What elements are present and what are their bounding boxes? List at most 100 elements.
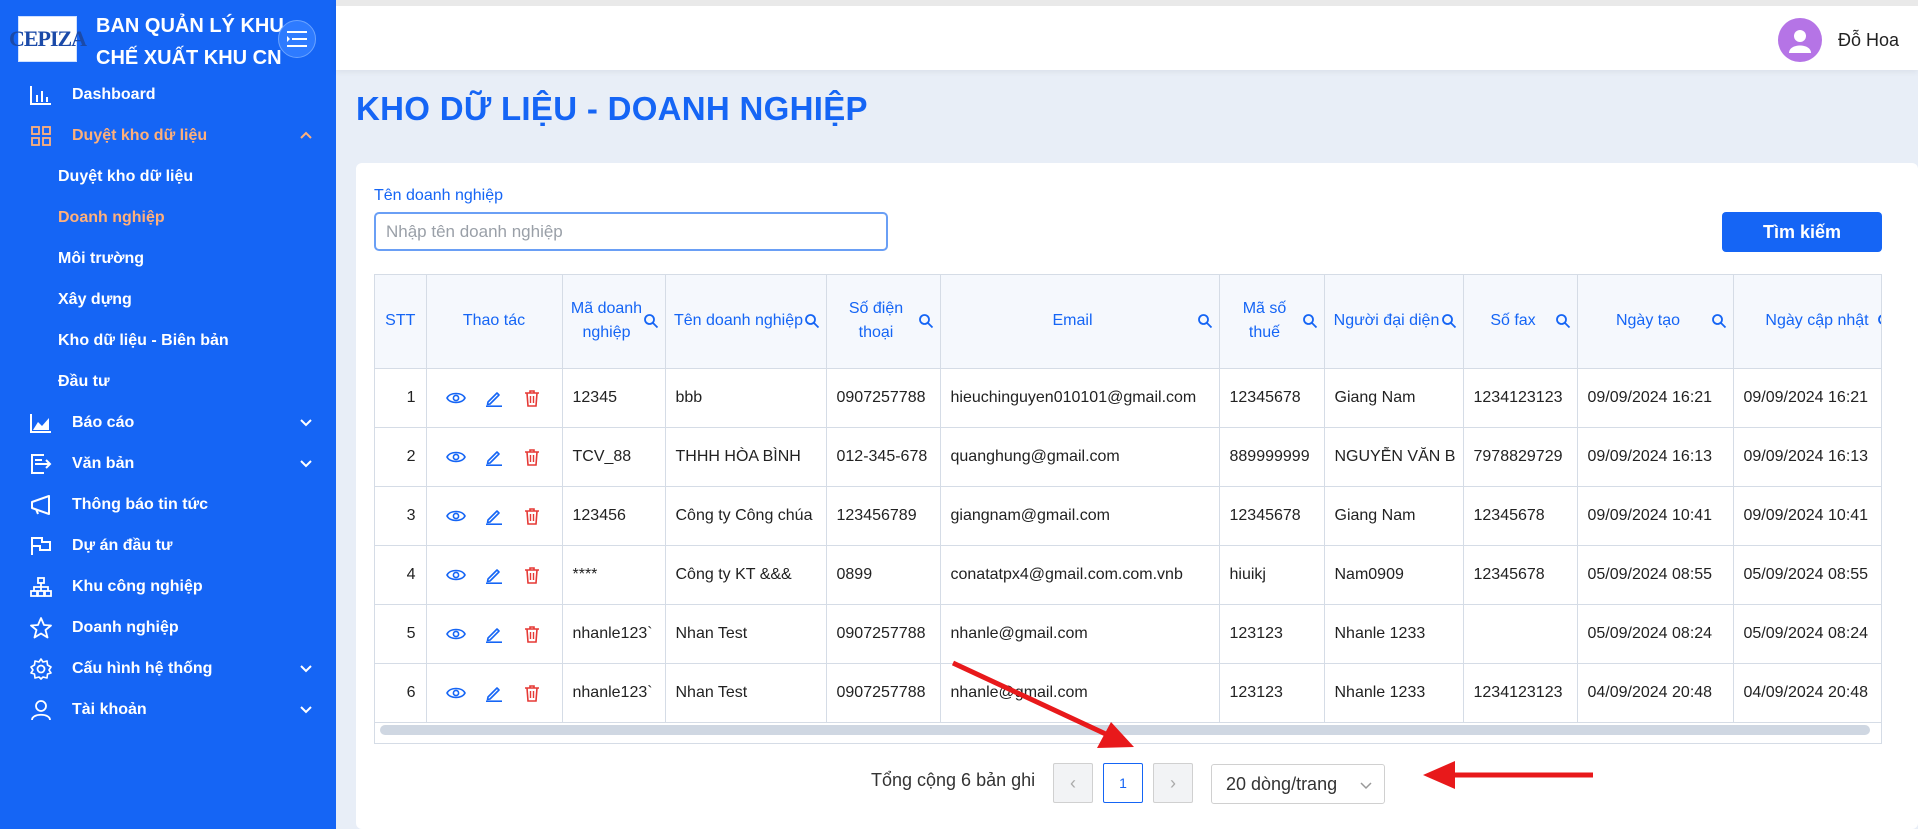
bar-chart-icon (30, 84, 52, 106)
delete-icon[interactable] (521, 446, 543, 468)
sidebar-item-khu-cong-nghiep[interactable]: Khu công nghiệp (0, 566, 336, 607)
page-size-select[interactable]: 20 dòng/trang (1211, 764, 1385, 804)
sidebar-item-doanh-nghiep[interactable]: Doanh nghiệp (0, 607, 336, 648)
subitem-xay-dung[interactable]: Xây dựng (0, 279, 336, 320)
cell-ngay-tao: 05/09/2024 08:55 (1577, 545, 1734, 605)
cell-so-fax: 12345678 (1463, 545, 1578, 605)
data-table: STT Thao tác Mã doanh nghiệp Tên doanh n… (374, 274, 1882, 744)
table-row: 2 TCV_88 THHH HÒA BÌNH 012-345-678 quanghung… (375, 427, 1881, 487)
cell-so-dien-thoai: 0907257788 (826, 663, 941, 723)
search-icon[interactable] (1302, 313, 1318, 329)
sidebar-toggle-button[interactable] (278, 20, 316, 58)
cell-nguoi-dai-dien: Nhanle 1233 (1324, 663, 1464, 723)
edit-icon[interactable] (483, 446, 505, 468)
table-row: 1 12345 bbb 0907257788 hieuchinguyen010101@g… (375, 368, 1881, 428)
chevron-up-icon (300, 131, 312, 139)
chevron-down-icon (300, 706, 312, 714)
cell-ten-doanh-nghiep: Nhan Test (665, 604, 827, 664)
delete-icon[interactable] (521, 387, 543, 409)
search-icon[interactable] (1197, 313, 1213, 329)
row-actions (427, 623, 562, 645)
col-ma-doanh-nghiep: Mã doanh nghiệp (562, 275, 666, 369)
delete-icon[interactable] (521, 682, 543, 704)
edit-icon[interactable] (483, 387, 505, 409)
sidebar-item-bao-cao[interactable]: Báo cáo (0, 402, 336, 443)
search-button[interactable]: Tìm kiếm (1722, 212, 1882, 252)
cell-actions (426, 663, 563, 723)
edit-icon[interactable] (483, 682, 505, 704)
cell-so-dien-thoai: 123456789 (826, 486, 941, 546)
cell-ma-doanh-nghiep: nhanle123` (562, 604, 666, 664)
cell-so-dien-thoai: 0899 (826, 545, 941, 605)
chevron-left-icon: ‹ (1070, 772, 1076, 793)
delete-icon[interactable] (521, 564, 543, 586)
search-icon[interactable] (1555, 313, 1571, 329)
prev-page-button[interactable]: ‹ (1053, 763, 1093, 803)
page-1-button[interactable]: 1 (1103, 763, 1143, 803)
cell-so-dien-thoai: 0907257788 (826, 604, 941, 664)
company-name-input[interactable] (374, 212, 888, 251)
subitem-moi-truong[interactable]: Môi trường (0, 238, 336, 279)
sidebar-nav: Dashboard Duyệt kho dữ liệu Duyệt kho dữ… (0, 74, 336, 730)
search-icon[interactable] (1711, 313, 1727, 329)
sidebar-item-thong-bao-tin-tuc[interactable]: Thông báo tin tức (0, 484, 336, 525)
sidebar-item-duyet-kho-du-lieu[interactable]: Duyệt kho dữ liệu (0, 115, 336, 156)
table-row: 4 **** Công ty KT &&& 0899 conatatpx4@gmail.… (375, 545, 1881, 605)
search-icon[interactable] (1877, 313, 1883, 329)
table-header-row: STT Thao tác Mã doanh nghiệp Tên doanh n… (375, 275, 1883, 369)
search-icon[interactable] (804, 313, 820, 329)
col-email: Email (940, 275, 1220, 369)
sidebar-item-tai-khoan[interactable]: Tài khoản (0, 689, 336, 730)
cell-stt: 2 (375, 427, 427, 487)
search-icon[interactable] (1441, 313, 1457, 329)
col-ngay-tao: Ngày tạo (1577, 275, 1734, 369)
cell-ngay-cap-nhat: 09/09/2024 16:21 (1733, 368, 1881, 428)
sidebar-item-cau-hinh-he-thong[interactable]: Cấu hình hệ thống (0, 648, 336, 689)
sidebar-item-van-ban[interactable]: Văn bản (0, 443, 336, 484)
horizontal-scrollbar[interactable] (380, 725, 1870, 735)
cell-nguoi-dai-dien: Nhanle 1233 (1324, 604, 1464, 664)
flag-icon (30, 535, 52, 557)
star-icon (30, 616, 52, 639)
megaphone-icon (30, 494, 52, 516)
cell-ma-so-thue: 123123 (1219, 663, 1325, 723)
cell-ngay-tao: 09/09/2024 16:21 (1577, 368, 1734, 428)
page-title: KHO DỮ LIỆU - DOANH NGHIỆP (356, 90, 868, 127)
logo[interactable]: CEPIZA (9, 16, 87, 62)
delete-icon[interactable] (521, 623, 543, 645)
edit-icon[interactable] (483, 564, 505, 586)
next-page-button[interactable]: › (1153, 763, 1193, 803)
cell-so-dien-thoai: 012-345-678 (826, 427, 941, 487)
grid-icon (30, 125, 52, 147)
edit-icon[interactable] (483, 623, 505, 645)
edit-icon[interactable] (483, 505, 505, 527)
avatar[interactable] (1778, 18, 1822, 62)
username[interactable]: Đỗ Hoa (1838, 30, 1899, 51)
chevron-down-icon (1360, 782, 1372, 790)
view-icon[interactable] (445, 387, 467, 409)
cell-stt: 1 (375, 368, 427, 428)
subitem-duyet-kho-du-lieu[interactable]: Duyệt kho dữ liệu (0, 156, 336, 197)
cell-ngay-tao: 04/09/2024 20:48 (1577, 663, 1734, 723)
row-actions (427, 446, 562, 468)
search-icon[interactable] (643, 313, 659, 329)
org-name: BAN QUẢN LÝ KHU CHẾ XUẤT KHU CN (96, 15, 284, 69)
view-icon[interactable] (445, 505, 467, 527)
table-row: 5 nhanle123` Nhan Test 0907257788 nhanle@gma… (375, 604, 1881, 664)
company-name-label: Tên doanh nghiệp (374, 187, 503, 204)
subitem-kho-du-lieu-bien-ban[interactable]: Kho dữ liệu - Biên bản (0, 320, 336, 361)
subitem-dau-tu[interactable]: Đầu tư (0, 361, 336, 402)
view-icon[interactable] (445, 682, 467, 704)
cell-so-dien-thoai: 0907257788 (826, 368, 941, 428)
search-icon[interactable] (918, 313, 934, 329)
sidebar-item-du-an-dau-tu[interactable]: Dự án đầu tư (0, 525, 336, 566)
view-icon[interactable] (445, 564, 467, 586)
sidebar-item-dashboard[interactable]: Dashboard (0, 74, 336, 115)
cell-ngay-tao: 09/09/2024 10:41 (1577, 486, 1734, 546)
cell-email: hieuchinguyen010101@gmail.com (940, 368, 1220, 428)
view-icon[interactable] (445, 623, 467, 645)
view-icon[interactable] (445, 446, 467, 468)
subitem-doanh-nghiep[interactable]: Doanh nghiệp (0, 197, 336, 238)
table-row: 6 nhanle123` Nhan Test 0907257788 nhanle@gma… (375, 663, 1881, 723)
delete-icon[interactable] (521, 505, 543, 527)
